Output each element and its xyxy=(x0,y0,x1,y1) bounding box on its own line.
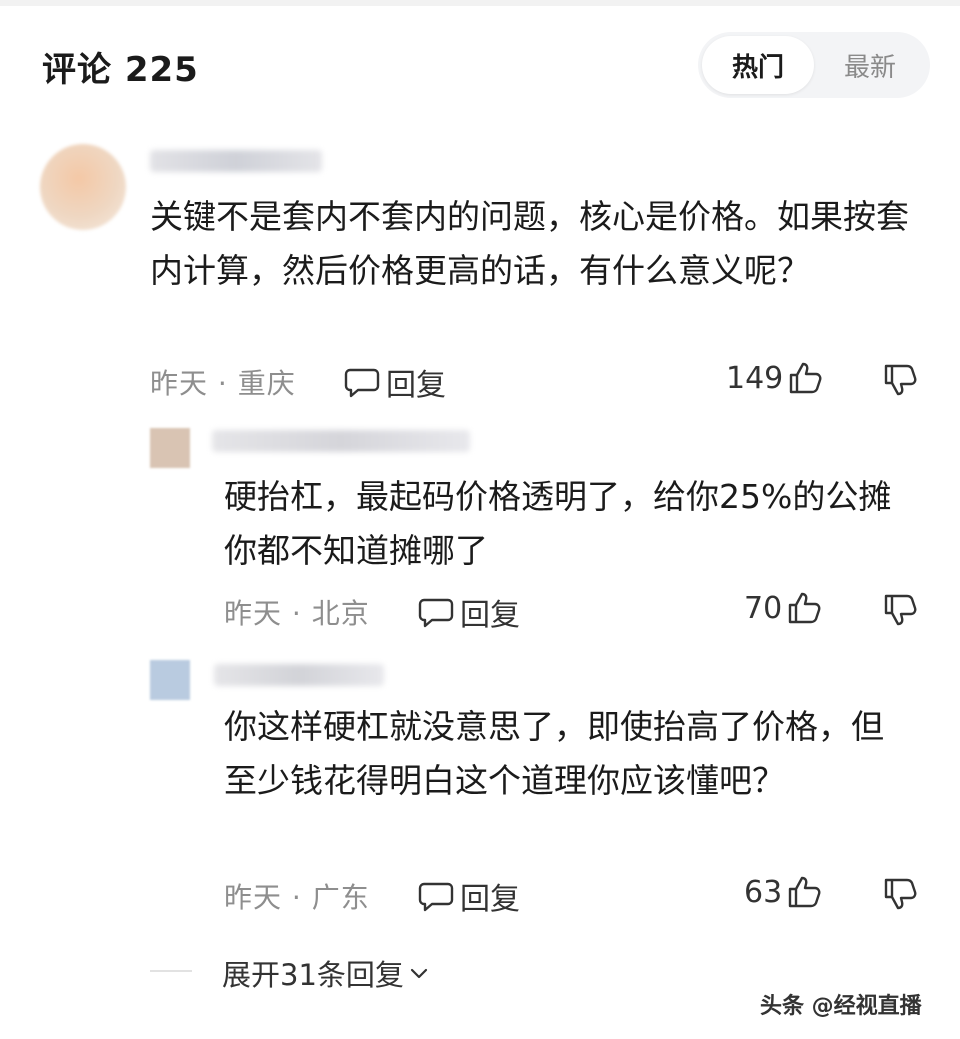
expand-divider xyxy=(150,970,192,972)
like-button[interactable]: 70 xyxy=(744,590,822,626)
comment-text: 关键不是套内不套内的问题，核心是价格。如果按套内计算，然后价格更高的话，有什么意… xyxy=(150,197,909,290)
like-count: 63 xyxy=(744,874,783,910)
reply-button[interactable]: 回复 xyxy=(418,874,520,918)
thumbs-up-icon xyxy=(788,592,821,624)
dislike-button[interactable] xyxy=(882,876,918,916)
expand-replies-button[interactable]: 展开31条回复 xyxy=(222,952,430,994)
reply-meta: 昨天 · 北京 xyxy=(224,597,370,630)
thumbs-down-icon xyxy=(884,878,917,910)
reply-text: 硬抬杠，最起码价格透明了，给你25%的公摊你都不知道摊哪了 xyxy=(224,477,892,570)
reply-meta: 昨天 · 广东 xyxy=(224,881,370,914)
tab-hot[interactable]: 热门 xyxy=(702,36,814,94)
thumbs-up-icon xyxy=(788,876,821,908)
reply-button[interactable]: 回复 xyxy=(418,590,520,634)
username-blurred[interactable] xyxy=(150,150,322,172)
reply-label: 回复 xyxy=(460,882,520,917)
thumbs-down-icon xyxy=(884,594,917,626)
like-button[interactable]: 149 xyxy=(726,360,823,396)
reply-text: 你这样硬杠就没意思了，即使抬高了价格，但至少钱花得明白这个道理你应该懂吧？ xyxy=(224,707,884,800)
reply-username-blurred[interactable] xyxy=(212,430,470,452)
thumbs-up-icon xyxy=(790,362,822,394)
dislike-button[interactable] xyxy=(882,592,918,632)
expand-label: 展开31条回复 xyxy=(222,958,404,992)
reply-icon xyxy=(344,368,380,398)
thumbs-down-icon xyxy=(884,364,917,396)
reply-icon xyxy=(418,882,454,912)
reply-username-blurred[interactable] xyxy=(214,664,384,686)
reply-icon xyxy=(418,598,454,628)
dislike-button[interactable] xyxy=(882,362,918,402)
tab-latest[interactable]: 最新 xyxy=(814,36,926,94)
sort-toggle: 热门 最新 xyxy=(698,32,930,98)
avatar[interactable] xyxy=(40,144,126,230)
reply-avatar[interactable] xyxy=(150,428,190,468)
reply-label: 回复 xyxy=(386,368,446,403)
reply-button[interactable]: 回复 xyxy=(344,360,446,404)
reply-avatar[interactable] xyxy=(150,660,190,700)
like-button[interactable]: 63 xyxy=(744,874,822,910)
reply-label: 回复 xyxy=(460,598,520,633)
watermark: 头条 @经视直播 xyxy=(760,994,922,1019)
comments-title: 评论 225 xyxy=(42,50,199,90)
comment-meta: 昨天 · 重庆 xyxy=(150,367,296,400)
top-divider xyxy=(0,0,960,6)
like-count: 149 xyxy=(726,360,784,396)
chevron-down-icon xyxy=(410,968,428,979)
like-count: 70 xyxy=(744,590,783,626)
